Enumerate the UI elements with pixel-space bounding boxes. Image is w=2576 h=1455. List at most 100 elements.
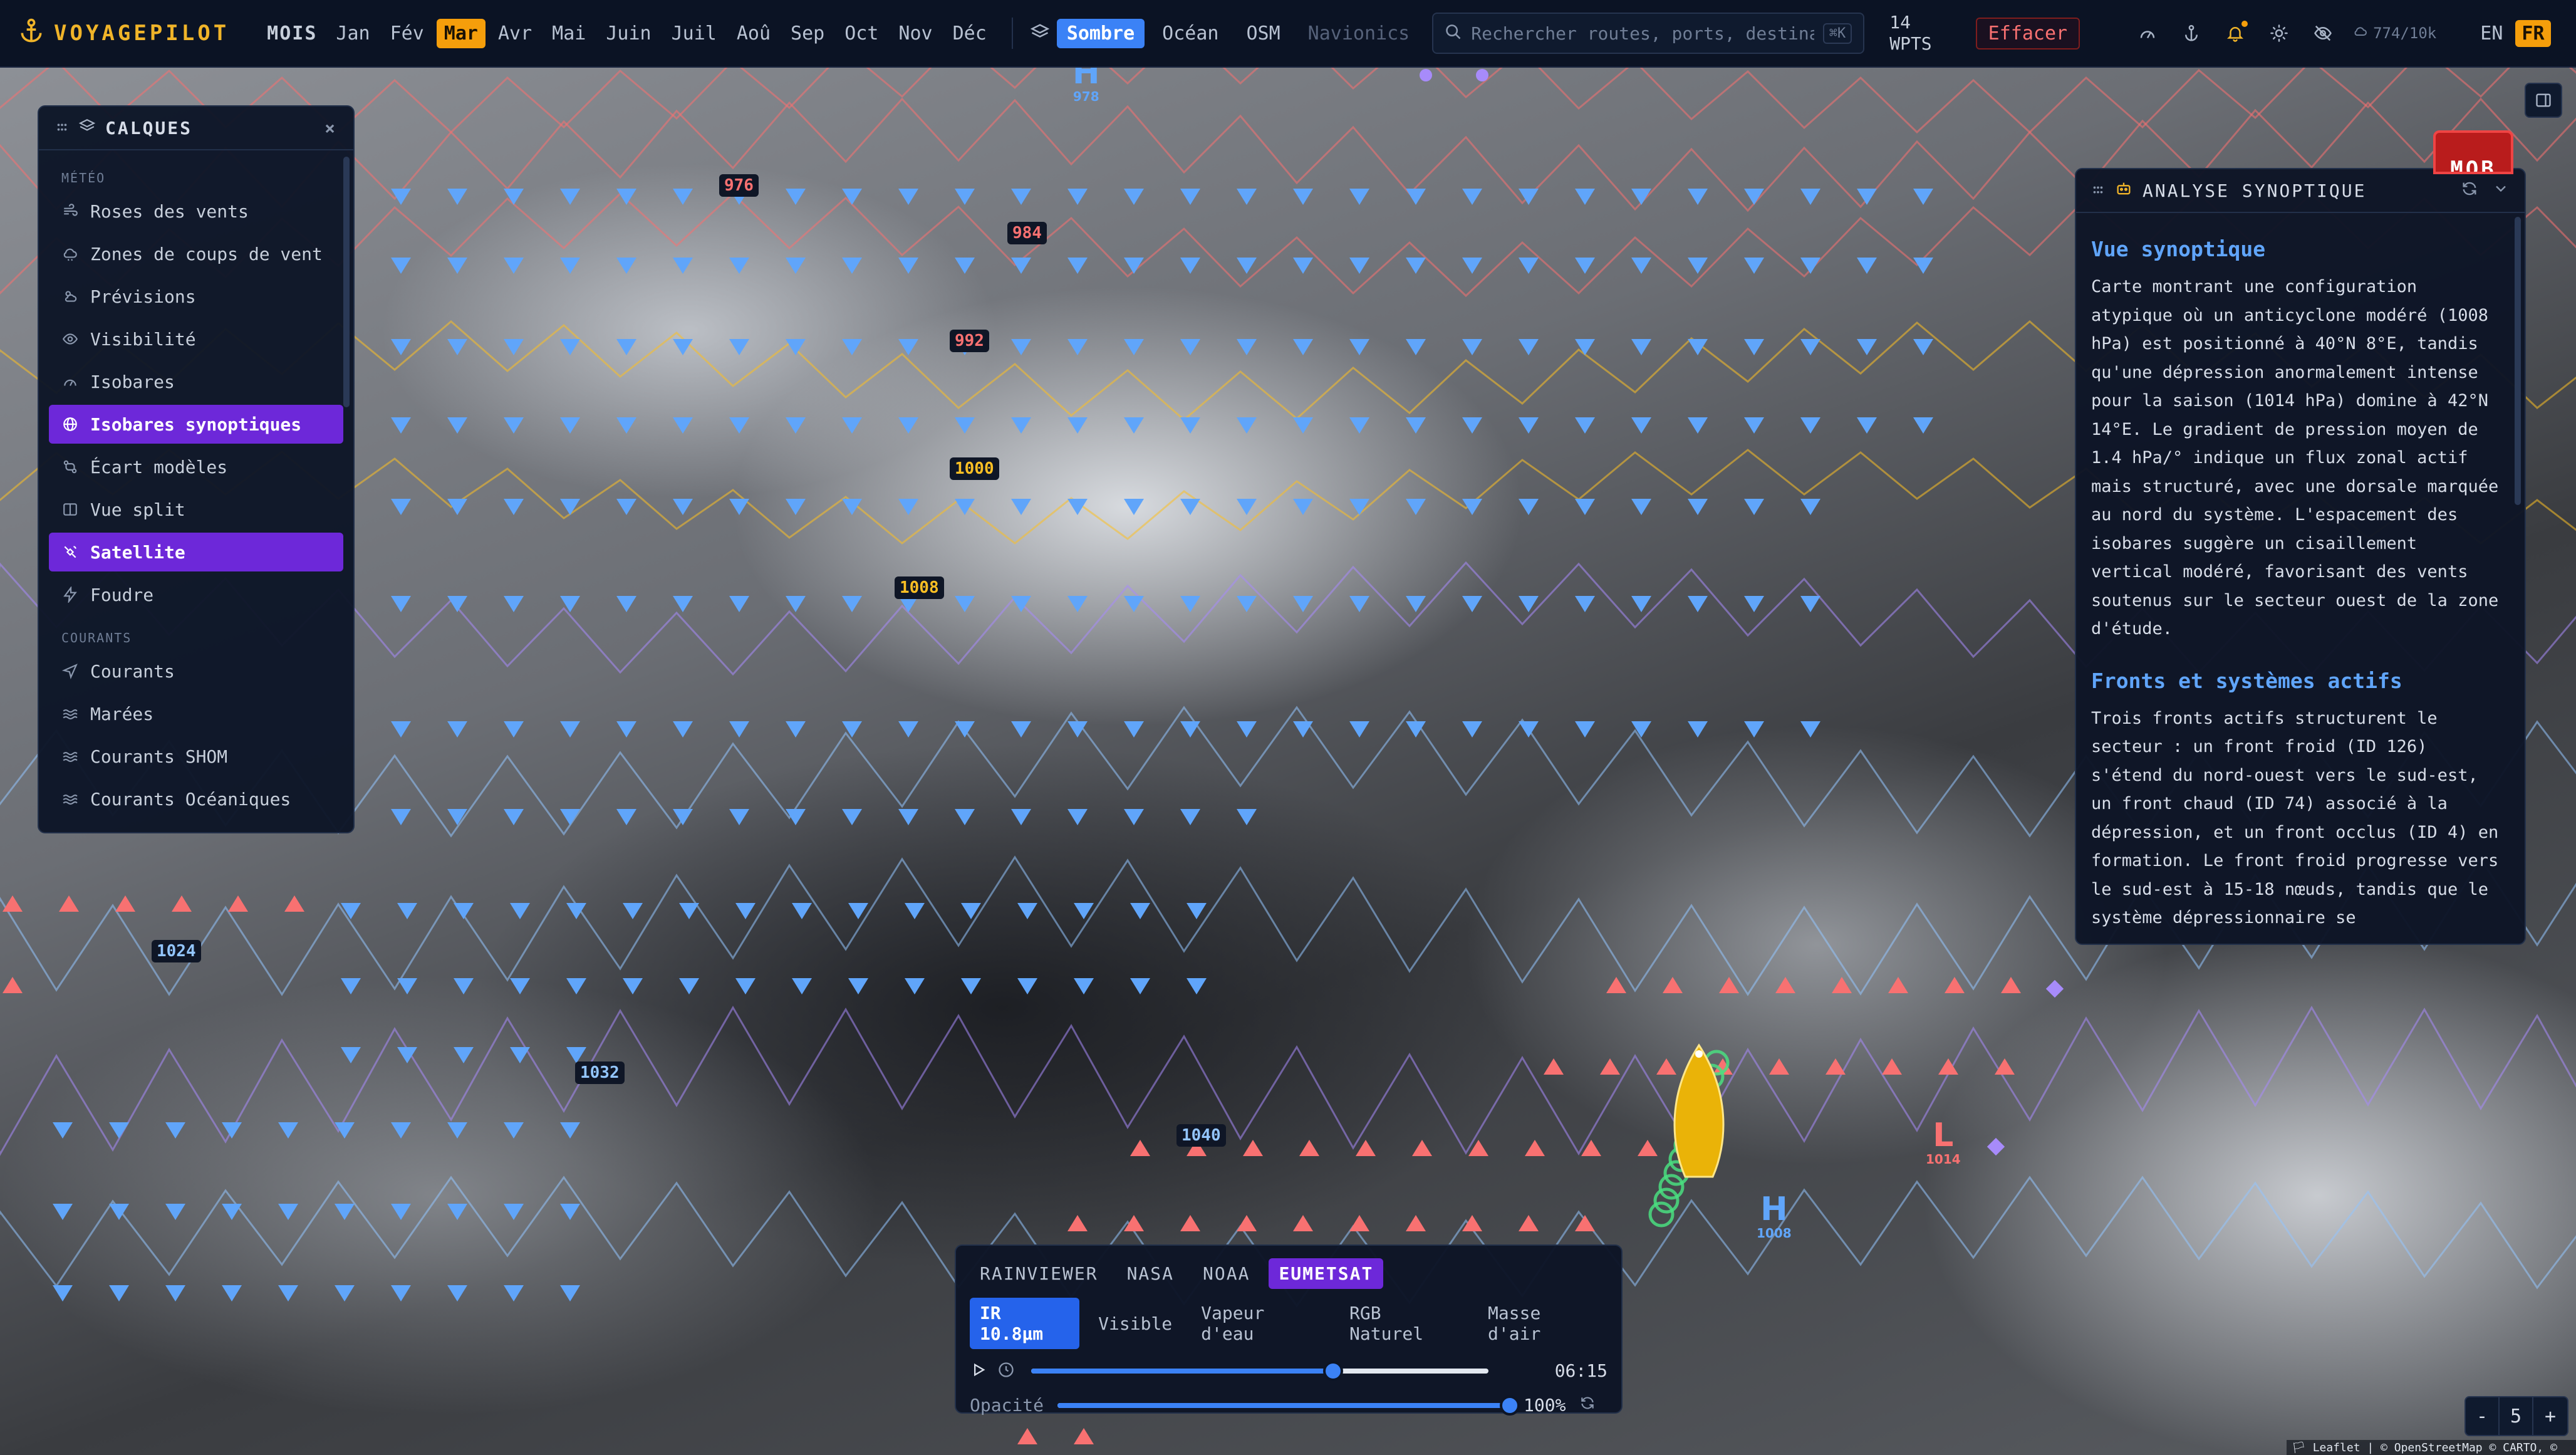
brand[interactable]: VOYAGEPILOT [18, 17, 229, 50]
month-jul[interactable]: Juil [664, 19, 724, 48]
product-water-vapor[interactable]: Vapeur d'eau [1191, 1298, 1331, 1349]
layers-scrollbar[interactable] [343, 157, 350, 407]
drag-handle-icon[interactable] [55, 118, 69, 138]
source-noaa[interactable]: NOAA [1193, 1258, 1260, 1289]
refresh-icon[interactable] [1579, 1395, 1596, 1416]
waves-icon [61, 705, 79, 722]
opacity-slider[interactable] [1057, 1395, 1520, 1416]
opacity-slider-handle[interactable] [1500, 1395, 1520, 1416]
month-feb[interactable]: Fév [383, 19, 432, 48]
high-pressure-center[interactable]: H 1008 [1757, 1193, 1792, 1241]
source-nasa[interactable]: NASA [1117, 1258, 1184, 1289]
lang-fr[interactable]: FR [2515, 19, 2551, 47]
layer-forecasts[interactable]: Prévisions [49, 277, 343, 316]
drag-handle-icon[interactable] [2091, 180, 2105, 201]
cold-front-marker [560, 417, 580, 434]
cold-front-marker [53, 1204, 73, 1220]
layer-label: Isobares [90, 371, 175, 392]
cold-front-marker [1124, 596, 1144, 612]
layer-tides[interactable]: Marées [49, 694, 343, 733]
layer-label: Satellite [90, 541, 185, 563]
layer-visibility[interactable]: Visibilité [49, 320, 343, 358]
sun-icon[interactable] [2268, 22, 2290, 44]
layer-currents[interactable]: Courants [49, 652, 343, 691]
month-nov[interactable]: Nov [891, 19, 940, 48]
clock-icon[interactable] [997, 1361, 1015, 1381]
isobar-label: 1040 [1176, 1124, 1226, 1147]
month-aug[interactable]: Aoû [729, 19, 778, 48]
close-icon[interactable]: × [325, 118, 337, 138]
product-air-mass[interactable]: Masse d'air [1478, 1298, 1607, 1349]
month-apr[interactable]: Avr [491, 19, 539, 48]
product-rgb-natural[interactable]: RGB Naturel [1339, 1298, 1469, 1349]
time-slider-handle[interactable] [1322, 1360, 1343, 1381]
search-input[interactable] [1471, 23, 1814, 44]
bell-icon[interactable] [2224, 21, 2248, 44]
high-pressure-center[interactable]: H 978 [1072, 68, 1100, 104]
month-dec[interactable]: Déc [945, 19, 994, 48]
synoptic-scrollbar[interactable] [2515, 217, 2521, 505]
zoom-in-button[interactable]: + [2533, 1397, 2567, 1435]
layer-ocean-currents[interactable]: Courants Océaniques [49, 780, 343, 818]
basemap-navionics[interactable]: Navionics [1298, 19, 1420, 48]
opacity-value: 100% [1524, 1395, 1566, 1416]
product-visible[interactable]: Visible [1088, 1308, 1182, 1339]
low-pressure-center[interactable]: L 1014 [1926, 1119, 1961, 1167]
clear-button[interactable]: Effacer [1975, 17, 2080, 50]
satellite-timeline: 06:15 [970, 1360, 1607, 1381]
layer-satellite[interactable]: Satellite [49, 533, 343, 571]
cold-front-marker [1744, 339, 1764, 355]
play-icon[interactable] [970, 1361, 987, 1381]
cold-front-marker [1688, 258, 1708, 274]
cold-front-marker [109, 1285, 129, 1301]
basemap-osm[interactable]: OSM [1236, 19, 1290, 48]
lang-en[interactable]: EN [2474, 20, 2509, 47]
cold-front-marker [1913, 258, 1933, 274]
cold-front-marker [616, 417, 636, 434]
source-eumetsat[interactable]: EUMETSAT [1269, 1258, 1384, 1289]
layers-panel-header[interactable]: CALQUES × [39, 107, 353, 150]
basemap-dark[interactable]: Sombre [1056, 18, 1145, 48]
anchor-icon[interactable] [2180, 22, 2203, 44]
gauge-icon[interactable] [2136, 22, 2159, 44]
zoom-out-button[interactable]: - [2466, 1397, 2500, 1435]
cold-front-marker [1688, 499, 1708, 515]
cold-front-marker [616, 809, 636, 825]
layer-gust-zones[interactable]: Zones de coups de vent [49, 234, 343, 273]
layers-icon [78, 118, 96, 138]
cold-front-marker [1011, 499, 1031, 515]
layer-model-diff[interactable]: Écart modèles [49, 447, 343, 486]
layer-split-view[interactable]: Vue split [49, 490, 343, 529]
cold-front-marker [504, 189, 524, 205]
columns-icon [61, 501, 79, 518]
source-rainviewer[interactable]: RAINVIEWER [970, 1258, 1108, 1289]
layer-label: Isobares synoptiques [90, 414, 302, 435]
mob-button[interactable]: MOB [2433, 130, 2513, 174]
basemap-ocean[interactable]: Océan [1152, 19, 1228, 48]
search-box[interactable]: ⌘K [1432, 13, 1865, 54]
month-oct[interactable]: Oct [837, 19, 886, 48]
month-jan[interactable]: Jan [328, 19, 377, 48]
layer-shom-currents[interactable]: Courants SHOM [49, 737, 343, 776]
month-may[interactable]: Mai [544, 19, 593, 48]
month-jun[interactable]: Juin [598, 19, 658, 48]
refresh-icon[interactable] [2461, 180, 2478, 202]
chevron-down-icon[interactable] [2492, 180, 2510, 202]
cold-front-marker [1180, 417, 1200, 434]
layer-wind-roses[interactable]: Roses des vents [49, 192, 343, 231]
layer-lightning[interactable]: Foudre [49, 575, 343, 614]
cold-front-marker [1011, 189, 1031, 205]
time-slider[interactable] [1031, 1360, 1488, 1381]
cold-front-marker [729, 339, 749, 355]
month-mar[interactable]: Mar [436, 18, 486, 48]
layer-isobars[interactable]: Isobares [49, 362, 343, 401]
product-ir[interactable]: IR 10.8µm [970, 1298, 1080, 1349]
synoptic-panel-header[interactable]: ANALYSE SYNOPTIQUE [2076, 169, 2525, 213]
cold-front-marker [1631, 258, 1651, 274]
cold-front-marker [729, 417, 749, 434]
sidebar-toggle-icon[interactable] [2525, 83, 2562, 118]
eye-off-icon[interactable] [2312, 22, 2334, 44]
layer-synoptic-isobars[interactable]: Isobares synoptiques [49, 405, 343, 444]
month-sep[interactable]: Sep [783, 19, 832, 48]
cold-front-marker [278, 1285, 298, 1301]
